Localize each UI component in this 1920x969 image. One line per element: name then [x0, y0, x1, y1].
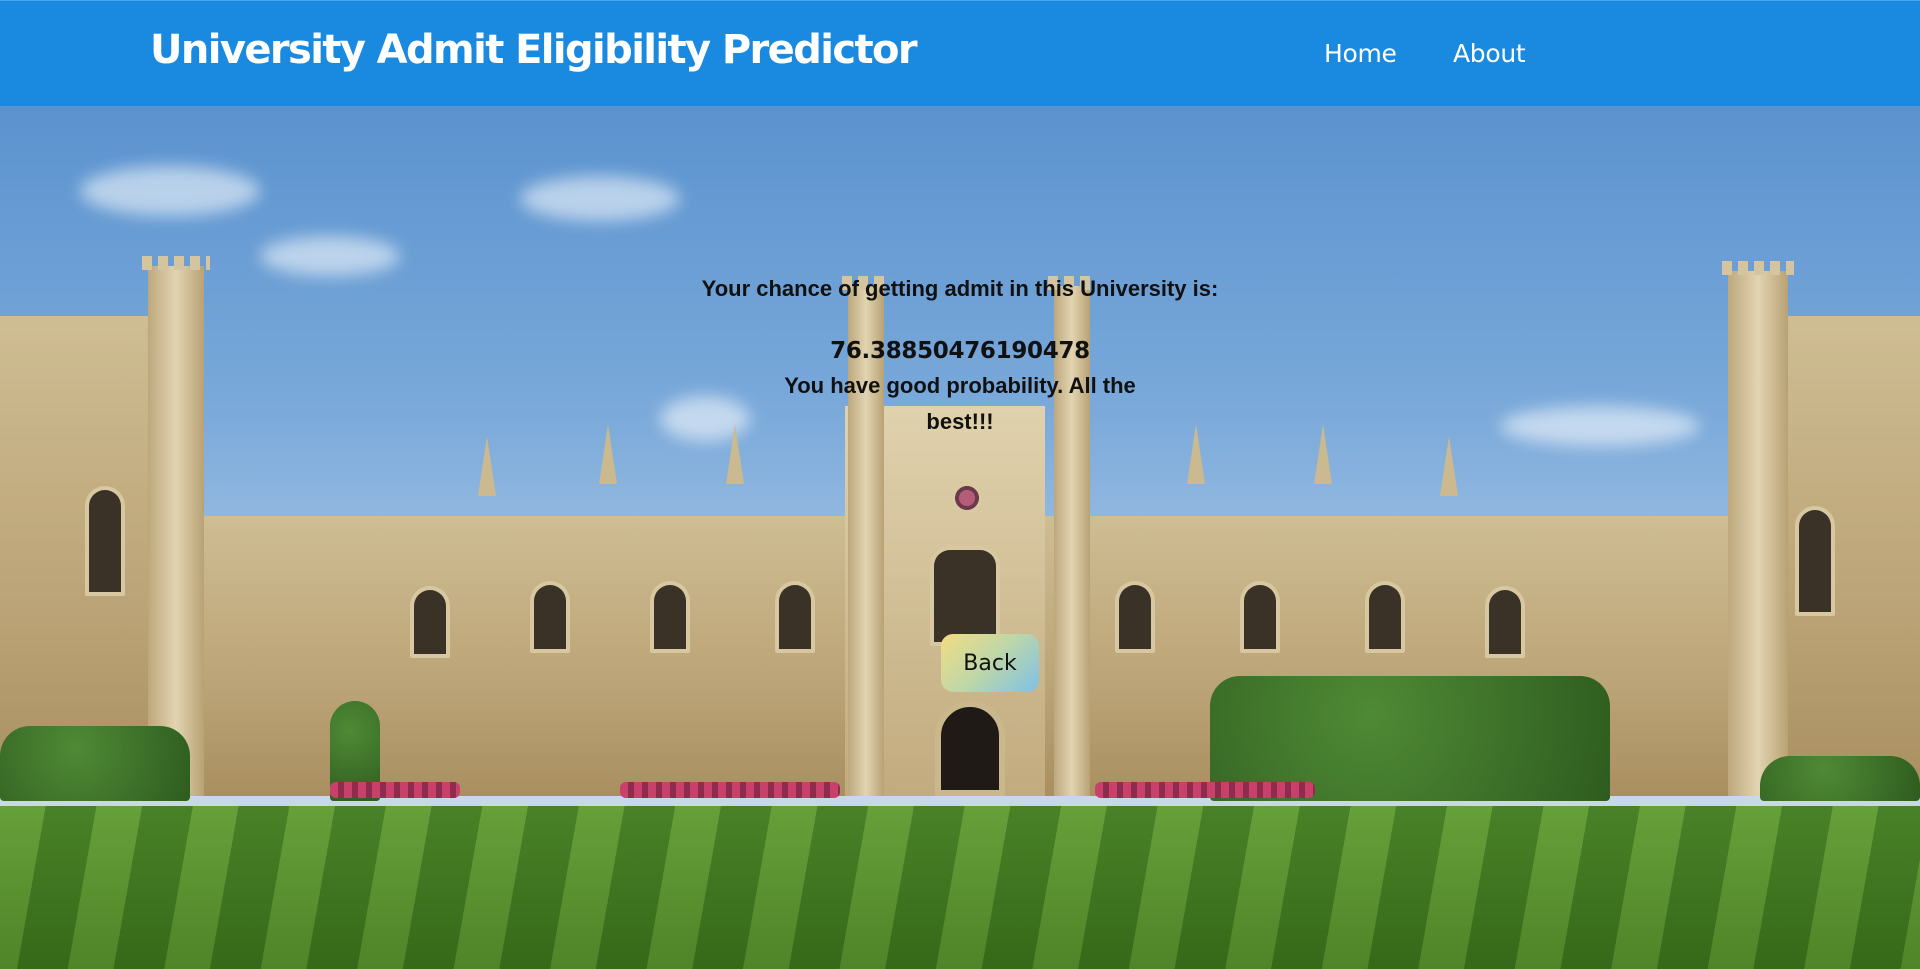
cloud	[80, 166, 260, 216]
result-probability-value: 76.38850476190478	[830, 338, 1090, 364]
nav-link-home[interactable]: Home	[1324, 39, 1397, 68]
window	[650, 581, 690, 653]
hero-background-image	[0, 106, 1920, 969]
cloud	[520, 176, 680, 221]
window	[1115, 581, 1155, 653]
spire	[726, 424, 744, 484]
window	[775, 581, 815, 653]
right-tower	[1722, 261, 1794, 796]
flower-bed	[1095, 782, 1315, 798]
window	[530, 581, 570, 653]
cloud	[260, 236, 400, 276]
navbar: University Admit Eligibility Predictor H…	[0, 0, 1920, 106]
lawn-shade	[0, 806, 1920, 969]
left-tower	[142, 256, 210, 796]
central-door	[935, 701, 1005, 796]
cloud	[1500, 406, 1700, 446]
window	[1795, 506, 1835, 616]
window	[85, 486, 125, 596]
window	[410, 586, 450, 658]
window	[1365, 581, 1405, 653]
window	[1485, 586, 1525, 658]
spire	[1314, 424, 1332, 484]
back-button[interactable]: Back	[941, 634, 1039, 692]
spire	[478, 436, 496, 496]
result-heading: Your chance of getting admit in this Uni…	[701, 276, 1219, 301]
spire	[1440, 436, 1458, 496]
rose-window	[953, 484, 981, 512]
window	[1240, 581, 1280, 653]
spire	[1187, 424, 1205, 484]
flower-bed	[330, 782, 460, 798]
hedge	[0, 726, 190, 801]
window	[930, 546, 1000, 646]
hedge	[1760, 756, 1920, 801]
nav-link-about[interactable]: About	[1453, 39, 1526, 68]
brand-title[interactable]: University Admit Eligibility Predictor	[150, 27, 918, 73]
result-message: You have good probability. All the best!…	[784, 373, 1136, 434]
spire	[599, 424, 617, 484]
flower-bed	[620, 782, 840, 798]
